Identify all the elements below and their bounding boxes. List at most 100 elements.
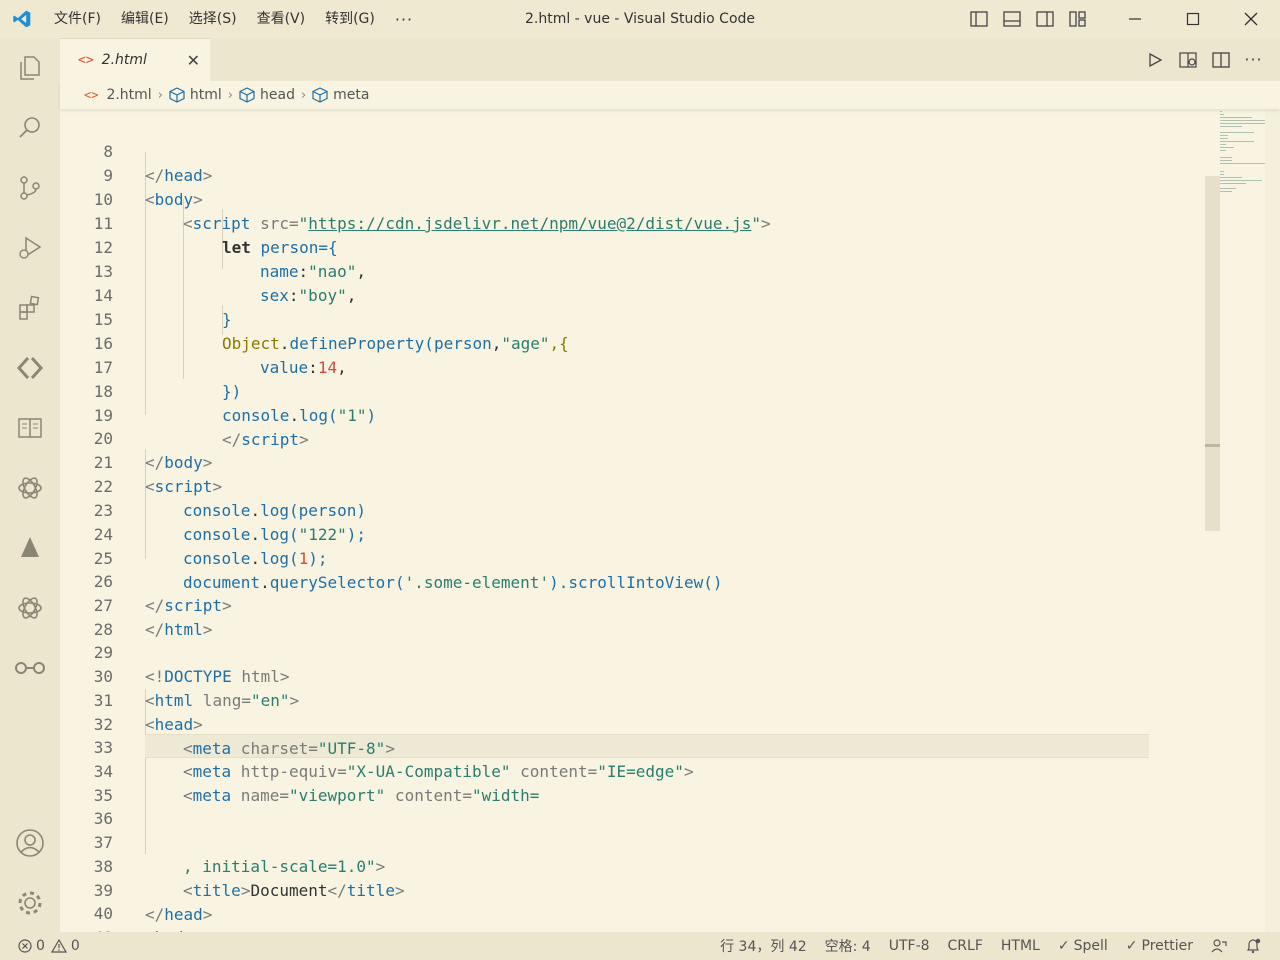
breadcrumb-meta-label: meta bbox=[333, 87, 370, 103]
remote-explorer-icon[interactable] bbox=[0, 338, 60, 398]
code-line: 9 <body> bbox=[60, 140, 1265, 209]
code-line: 14 } bbox=[60, 260, 1265, 329]
split-editor-icon[interactable] bbox=[1204, 38, 1237, 81]
menu-selection[interactable]: 选择(S) bbox=[179, 0, 247, 38]
element-cube-icon bbox=[312, 87, 328, 103]
code-line: 17 }) bbox=[60, 332, 1265, 401]
settings-gear-icon[interactable] bbox=[0, 873, 60, 933]
title-bar: 文件(F) 编辑(E) 选择(S) 查看(V) 转到(G) ··· 2.html… bbox=[0, 0, 1280, 38]
error-icon bbox=[18, 939, 32, 953]
tab-label: 2.html bbox=[101, 52, 147, 68]
code-line: 29 <!DOCTYPE html> bbox=[60, 617, 1265, 686]
language-mode[interactable]: HTML bbox=[992, 932, 1049, 960]
code-line: 41 bbox=[60, 902, 1265, 932]
eol-status[interactable]: CRLF bbox=[939, 932, 992, 960]
chatgpt-icon[interactable] bbox=[0, 458, 60, 518]
code-line: 36 bbox=[60, 783, 1265, 828]
accounts-icon[interactable] bbox=[0, 813, 60, 873]
tree-icon[interactable] bbox=[0, 518, 60, 578]
menu-bar: 文件(F) 编辑(E) 选择(S) 查看(V) 转到(G) ··· bbox=[44, 0, 423, 38]
tab-2-html[interactable]: <> 2.html ✕ bbox=[60, 38, 210, 81]
cursor-position[interactable]: 行 34，列 42 bbox=[711, 932, 816, 960]
code-line: 10 <script src="https://cdn.jsdelivr.net… bbox=[60, 164, 1265, 233]
code-line: 30 <html lang="en"> bbox=[60, 641, 1265, 710]
menu-go[interactable]: 转到(G) bbox=[315, 0, 385, 38]
breadcrumb-html[interactable]: html bbox=[169, 87, 222, 103]
tab-close-icon[interactable]: ✕ bbox=[187, 51, 200, 70]
menu-edit[interactable]: 编辑(E) bbox=[111, 0, 179, 38]
feedback-icon[interactable] bbox=[1202, 932, 1236, 960]
customize-layout-icon[interactable] bbox=[1061, 0, 1094, 38]
vscode-logo-icon[interactable] bbox=[0, 0, 44, 38]
source-control-icon[interactable] bbox=[0, 158, 60, 218]
code-line: 21 <script> bbox=[60, 427, 1265, 496]
activity-bar bbox=[0, 38, 60, 932]
open-preview-icon[interactable] bbox=[1171, 38, 1204, 81]
book-icon[interactable] bbox=[0, 398, 60, 458]
more-actions-icon[interactable]: ··· bbox=[1237, 38, 1270, 81]
element-cube-icon bbox=[169, 87, 185, 103]
prettier-status[interactable]: ✓ Prettier bbox=[1117, 932, 1202, 960]
toggle-panel-icon[interactable] bbox=[995, 0, 1028, 38]
breadcrumb-file-label: 2.html bbox=[106, 87, 152, 103]
code-line: 25 document.querySelector('.some-element… bbox=[60, 523, 1265, 592]
breadcrumb-html-label: html bbox=[189, 87, 222, 103]
chevron-right-icon: › bbox=[300, 87, 307, 103]
menu-view[interactable]: 查看(V) bbox=[247, 0, 316, 38]
code-line: 28 bbox=[60, 594, 1265, 639]
code-line: 8 </head> bbox=[60, 116, 1265, 185]
code-line: 24 console.log(1); bbox=[60, 499, 1265, 568]
code-line: 18 console.log("1") bbox=[60, 356, 1265, 425]
encoding-status[interactable]: UTF-8 bbox=[880, 932, 939, 960]
notifications-bell-icon[interactable] bbox=[1236, 932, 1270, 960]
warning-count: 0 bbox=[70, 938, 80, 954]
code-line: 23 console.log("122"); bbox=[60, 475, 1265, 544]
spell-status[interactable]: ✓ Spell bbox=[1049, 932, 1117, 960]
code-line: 20 </body> bbox=[60, 403, 1265, 472]
code-line: 26 </script> bbox=[60, 546, 1265, 615]
status-bar: 0 0 行 34，列 42 空格: 4 UTF-8 CRLF HTML ✓ Spe… bbox=[0, 932, 1280, 960]
toggle-secondary-sidebar-icon[interactable] bbox=[1028, 0, 1061, 38]
code-line: 13 sex:"boy", bbox=[60, 236, 1265, 305]
code-line: 39 </head> bbox=[60, 855, 1265, 924]
run-debug-icon[interactable] bbox=[0, 218, 60, 278]
minimize-button[interactable] bbox=[1106, 0, 1164, 38]
code-line: 33 <meta http-equiv="X-UA-Compatible" co… bbox=[60, 712, 1265, 781]
check-double-icon: ✓ bbox=[1125, 938, 1138, 954]
code-line: 35 bbox=[60, 760, 1265, 805]
run-icon[interactable] bbox=[1138, 38, 1171, 81]
close-window-button[interactable] bbox=[1222, 0, 1280, 38]
scrollbar-cursor-marker bbox=[1205, 444, 1220, 447]
extensions-icon[interactable] bbox=[0, 278, 60, 338]
breadcrumb-file[interactable]: <> 2.html bbox=[84, 87, 152, 103]
menu-file[interactable]: 文件(F) bbox=[44, 0, 111, 38]
vertical-scrollbar[interactable] bbox=[1205, 109, 1220, 932]
prettier-label: Prettier bbox=[1141, 938, 1194, 954]
maximize-button[interactable] bbox=[1164, 0, 1222, 38]
menu-more-icon[interactable]: ··· bbox=[385, 10, 423, 29]
element-cube-icon bbox=[239, 87, 255, 103]
openai-icon[interactable] bbox=[0, 578, 60, 638]
connection-icon[interactable] bbox=[0, 638, 60, 698]
search-icon[interactable] bbox=[0, 98, 60, 158]
problems-status[interactable]: 0 0 bbox=[18, 932, 89, 960]
code-line: 37 , initial-scale=1.0"> bbox=[60, 807, 1265, 876]
breadcrumb-meta[interactable]: meta bbox=[312, 87, 369, 103]
code-line: 16 value:14, bbox=[60, 308, 1265, 377]
code-editor[interactable]: 8 </head> 9 <body> 10 <script src="https… bbox=[60, 109, 1265, 932]
indentation-status[interactable]: 空格: 4 bbox=[816, 932, 880, 960]
tab-bar: <> 2.html ✕ ··· bbox=[60, 38, 1280, 81]
breadcrumb-head[interactable]: head bbox=[239, 87, 295, 103]
error-count: 0 bbox=[36, 938, 45, 954]
code-line: 32 <meta charset="UTF-8"> bbox=[60, 689, 1265, 758]
code-line: 22 console.log(person) bbox=[60, 451, 1265, 520]
code-line: 27 </html> bbox=[60, 570, 1265, 639]
toggle-primary-sidebar-icon[interactable] bbox=[962, 0, 995, 38]
breadcrumb-head-label: head bbox=[260, 87, 295, 103]
code-line: 12 name:"nao", bbox=[60, 212, 1265, 281]
html-file-icon: <> bbox=[84, 88, 99, 102]
scrollbar-thumb[interactable] bbox=[1205, 176, 1220, 531]
code-line: 40 <body> bbox=[60, 878, 1265, 932]
explorer-icon[interactable] bbox=[0, 38, 60, 98]
chevron-right-icon: › bbox=[157, 87, 163, 103]
